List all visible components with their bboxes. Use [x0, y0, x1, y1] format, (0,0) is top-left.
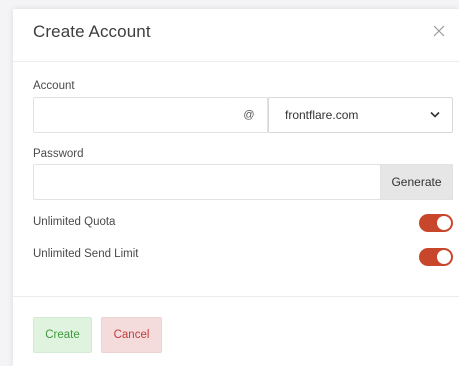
- at-addon: @: [231, 97, 268, 133]
- unlimited-send-limit-toggle[interactable]: [419, 248, 453, 266]
- toggle-knob: [437, 216, 451, 230]
- modal-header: Create Account: [13, 9, 459, 62]
- close-button[interactable]: [433, 25, 449, 41]
- password-input[interactable]: [33, 164, 381, 200]
- password-label: Password: [33, 148, 84, 160]
- unlimited-quota-toggle[interactable]: [419, 214, 453, 232]
- create-button[interactable]: Create: [33, 317, 92, 353]
- account-label: Account: [33, 80, 75, 92]
- modal-title: Create Account: [33, 22, 151, 41]
- cancel-button[interactable]: Cancel: [101, 317, 162, 353]
- account-input[interactable]: [33, 97, 232, 133]
- chevron-down-icon: [430, 111, 440, 118]
- toggle-knob: [437, 250, 451, 264]
- domain-select-value: frontflare.com: [285, 108, 359, 122]
- toggle-label-unlimited-send-limit: Unlimited Send Limit: [33, 248, 139, 260]
- domain-select[interactable]: frontflare.com: [268, 97, 453, 133]
- generate-button[interactable]: Generate: [380, 164, 453, 200]
- footer-divider: [13, 296, 459, 297]
- create-account-modal: Create Account Account @ frontflare.com …: [13, 9, 459, 366]
- close-icon: [433, 25, 445, 37]
- toggle-label-unlimited-quota: Unlimited Quota: [33, 216, 116, 228]
